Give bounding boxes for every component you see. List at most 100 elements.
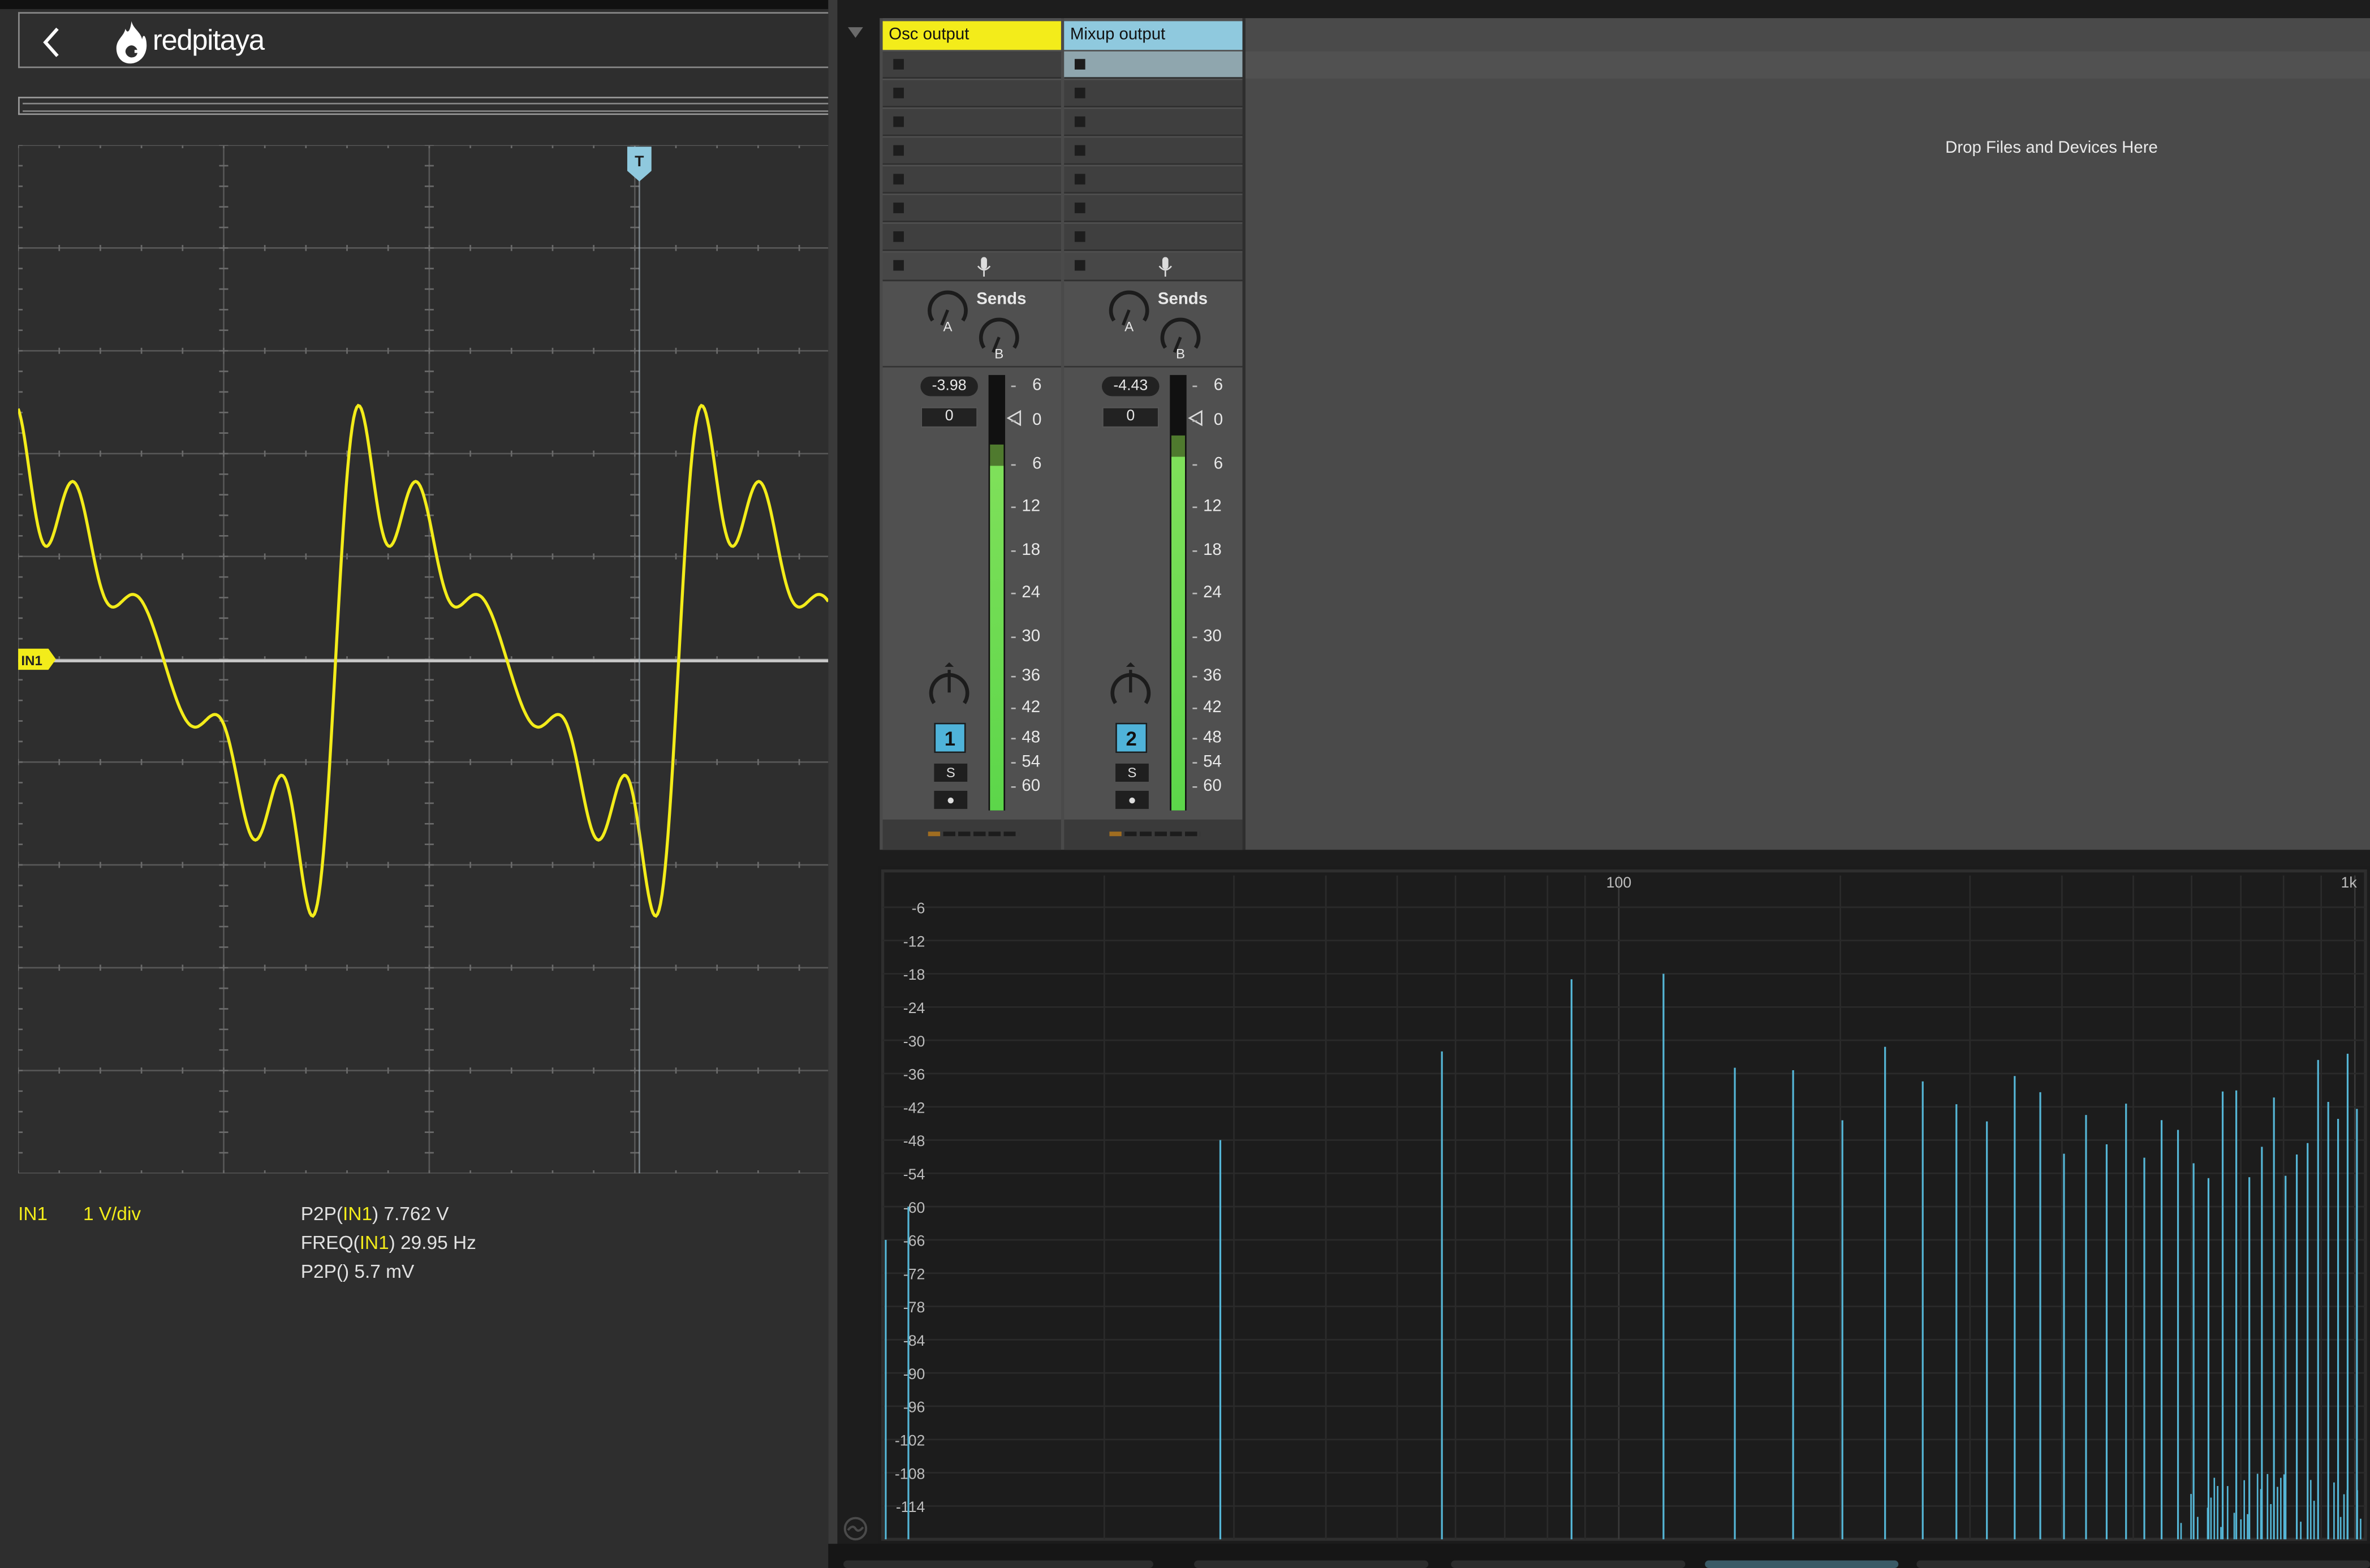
clip-slot[interactable] bbox=[882, 51, 1061, 79]
track-activator-button[interactable]: 1 bbox=[934, 722, 966, 753]
meter-tick-label: 6 bbox=[1213, 455, 1223, 473]
clip-slot[interactable] bbox=[882, 80, 1061, 107]
pan-value[interactable]: 0 bbox=[1102, 407, 1160, 428]
level-meter bbox=[988, 374, 1006, 811]
clip-stop-icon bbox=[1074, 59, 1085, 70]
clip-slot[interactable] bbox=[882, 137, 1061, 165]
spectrum-y-label: -48 bbox=[903, 1132, 925, 1149]
volume-fader-icon[interactable] bbox=[1006, 410, 1022, 427]
clip-slot[interactable] bbox=[882, 223, 1061, 251]
clip-stop-icon bbox=[893, 231, 904, 242]
send-a-label: A bbox=[1124, 319, 1134, 333]
solo-button[interactable]: S bbox=[1115, 763, 1149, 782]
meter-tick-label: 12 bbox=[1022, 497, 1041, 516]
clip-slot[interactable] bbox=[1064, 195, 1243, 222]
stop-clips-row[interactable] bbox=[1064, 252, 1243, 282]
solo-button[interactable]: S bbox=[934, 763, 968, 782]
channel-scale[interactable]: 1 V/div bbox=[83, 1204, 141, 1225]
meter-tick-label: 6 bbox=[1213, 376, 1223, 395]
send-a-knob[interactable]: A bbox=[925, 287, 970, 333]
send-a-knob[interactable]: A bbox=[1106, 287, 1152, 333]
track-title[interactable]: Mixup output bbox=[1064, 21, 1243, 50]
pan-knob[interactable] bbox=[1108, 662, 1153, 714]
track-activator-button[interactable]: 2 bbox=[1115, 722, 1148, 753]
trigger-label: T bbox=[635, 153, 644, 170]
spectrum-y-label: -78 bbox=[903, 1299, 925, 1316]
clip-slot[interactable] bbox=[1064, 109, 1243, 136]
meter-tick-label: 18 bbox=[1022, 541, 1041, 560]
send-b-knob[interactable]: B bbox=[1158, 315, 1203, 360]
clip-slot[interactable] bbox=[1064, 137, 1243, 165]
volume-value[interactable]: -4.43 bbox=[1102, 376, 1160, 397]
clip-stop-icon bbox=[893, 59, 904, 70]
spectrum-y-label: -24 bbox=[903, 1000, 925, 1016]
flame-logo-icon bbox=[116, 21, 147, 64]
timeline-bar[interactable] bbox=[18, 97, 829, 115]
meter-tick-label: 48 bbox=[1022, 729, 1041, 747]
panel-splitter[interactable] bbox=[828, 0, 838, 1568]
meter-tick-label: 42 bbox=[1022, 698, 1041, 717]
spectrum-y-label: -96 bbox=[903, 1399, 925, 1416]
arm-button[interactable]: ● bbox=[1115, 791, 1149, 809]
spectrum-y-label: -84 bbox=[903, 1332, 925, 1349]
spectrum-y-label: -72 bbox=[903, 1265, 925, 1282]
clip-slot[interactable] bbox=[1064, 166, 1243, 194]
brand-text: redpitaya bbox=[152, 25, 265, 58]
stop-clips-row[interactable] bbox=[882, 252, 1061, 282]
microphone-icon bbox=[1158, 257, 1172, 277]
meter-tick-label: 30 bbox=[1203, 627, 1222, 646]
spectrum-x-label: 1k bbox=[2341, 874, 2357, 891]
clip-slot[interactable] bbox=[1064, 80, 1243, 107]
meter-tick-label: 24 bbox=[1203, 583, 1222, 602]
meter-tick-label: 30 bbox=[1022, 627, 1041, 646]
spectrum-y-label: -114 bbox=[896, 1498, 925, 1515]
spectrum-y-label: -102 bbox=[895, 1432, 925, 1449]
logo[interactable]: redpitaya bbox=[113, 20, 265, 65]
spectrum-y-label: -36 bbox=[903, 1066, 925, 1083]
meter-tick-label: 18 bbox=[1203, 541, 1222, 560]
send-b-knob[interactable]: B bbox=[976, 315, 1022, 360]
spectrum-y-label: -18 bbox=[903, 966, 925, 983]
clip-stop-icon bbox=[1074, 116, 1085, 127]
send-b-label: B bbox=[994, 347, 1003, 360]
track-mixup-output: Mixup output Sends A B -4.43 0 2 S ● 60 6… bbox=[1064, 18, 1243, 850]
spectrum-y-label: -90 bbox=[903, 1365, 925, 1382]
bottom-bar bbox=[828, 1544, 2370, 1568]
pan-knob[interactable] bbox=[927, 662, 972, 714]
clip-stop-icon bbox=[893, 174, 904, 185]
track-status-strip bbox=[1064, 819, 1243, 850]
sends-label: Sends bbox=[1157, 290, 1208, 309]
clip-slot[interactable] bbox=[1064, 51, 1243, 79]
clip-stop-icon bbox=[1074, 231, 1085, 242]
clip-stop-icon bbox=[1074, 174, 1085, 185]
pan-value[interactable]: 0 bbox=[920, 407, 978, 428]
channel-name[interactable]: IN1 bbox=[18, 1204, 48, 1225]
clip-slot[interactable] bbox=[1064, 223, 1243, 251]
clip-slot[interactable] bbox=[882, 166, 1061, 194]
meter-tick-label: 60 bbox=[1203, 777, 1222, 796]
spectrum-plot: -6 -12 -18 -24 -30 -36 -42 -48 -54 -60 -66 -72 -78 -8… bbox=[878, 866, 2370, 1544]
drop-zone-top-strip bbox=[1245, 51, 2370, 79]
level-meter bbox=[1170, 374, 1187, 811]
spectrum-y-label: -108 bbox=[895, 1465, 925, 1482]
meter-tick-label: 54 bbox=[1022, 753, 1041, 772]
drop-zone-label[interactable]: Drop Files and Devices Here bbox=[1945, 139, 2158, 157]
spectrum-toggle-icon[interactable] bbox=[843, 1517, 868, 1541]
channel-marker[interactable]: IN1 bbox=[18, 648, 56, 670]
volume-value[interactable]: -3.98 bbox=[920, 376, 978, 397]
meter-tick-label: 42 bbox=[1203, 698, 1222, 717]
back-button[interactable] bbox=[32, 20, 71, 62]
arm-button[interactable]: ● bbox=[934, 791, 968, 809]
measurement-p2p-empty: P2P() 5.7 mV bbox=[300, 1261, 415, 1282]
track-title[interactable]: Osc output bbox=[882, 21, 1061, 50]
meter-tick-label: 36 bbox=[1203, 666, 1222, 685]
track-status-strip bbox=[882, 819, 1061, 850]
fold-triangle-icon[interactable] bbox=[846, 21, 864, 39]
volume-fader-icon[interactable] bbox=[1188, 410, 1203, 427]
clip-slot[interactable] bbox=[882, 195, 1061, 222]
clip-slot[interactable] bbox=[882, 109, 1061, 136]
clip-stop-icon bbox=[1074, 145, 1085, 156]
spectrum-y-label: -60 bbox=[903, 1199, 925, 1216]
chevron-left-icon bbox=[43, 27, 59, 57]
meter-tick-label: 0 bbox=[1032, 411, 1042, 430]
